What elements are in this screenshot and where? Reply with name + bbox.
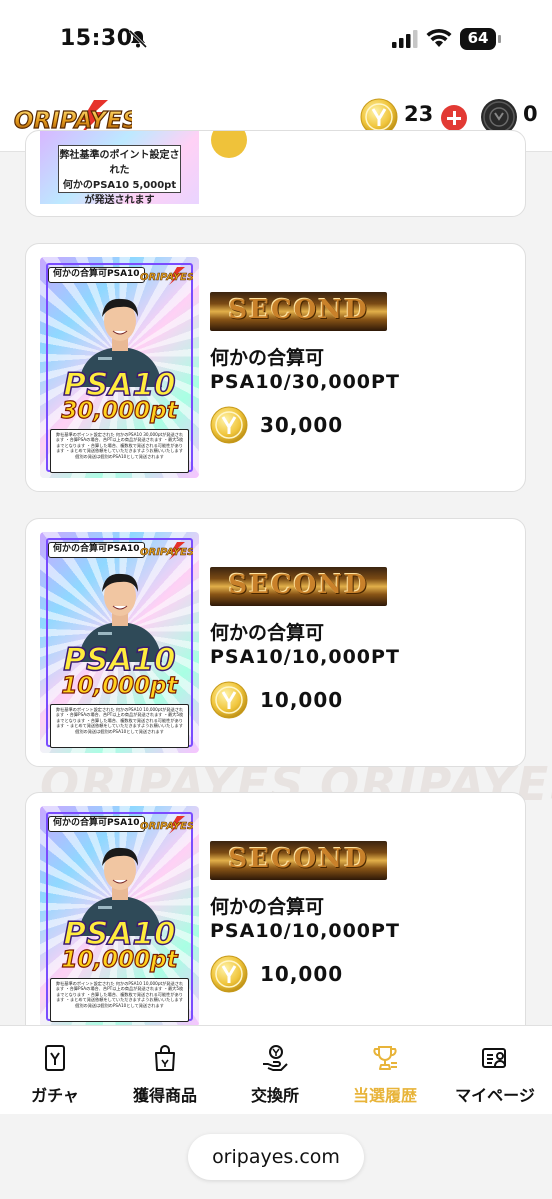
coin-balance: 23 — [404, 102, 434, 126]
nav-label: マイページ — [455, 1086, 535, 1105]
browser-bottom-bar: oripayes.com — [0, 1114, 552, 1199]
card-pt-text: 10,000pt — [61, 672, 178, 699]
prize-card[interactable]: 何かの合算可PSA10 ORIPAYES PSA10 10,000pt 弊社基準… — [25, 518, 526, 767]
prize-card-image: 何かの合算可PSA10 ORIPAYES PSA10 10,000pt 弊社基準… — [40, 532, 199, 753]
prize-price: 10,000 — [260, 962, 344, 986]
nav-item-acquired[interactable]: 獲得商品 — [110, 1026, 220, 1115]
note-line: 何かのPSA10 5,000pt — [62, 180, 177, 191]
address-bar[interactable]: oripayes.com — [188, 1134, 364, 1180]
gold-coin-icon — [210, 681, 248, 719]
shopping-bag-icon — [155, 1045, 175, 1071]
cellular-signal-icon — [392, 30, 418, 48]
card-tag: 何かの合算可PSA10 — [48, 267, 145, 283]
svg-text:ORIPAYES: ORIPAYES — [140, 547, 193, 558]
address-url: oripayes.com — [212, 1146, 340, 1168]
card-notes: 弊社基準のポイント設定された 何かのPSA10 10,000ptが発送されます … — [50, 704, 189, 748]
screen: 15:30 64 ORIPAYES 23 0 ORIPAYES ORIPAYE … — [0, 0, 552, 1199]
bottom-nav: ガチャ 獲得商品 交換所 当選履歴 マイページ — [0, 1025, 552, 1114]
note-line: 弊社基準のポイント設定された — [59, 150, 180, 176]
prize-title: 何かの合算可 — [210, 622, 325, 644]
rank-label: SECOND — [228, 295, 369, 325]
prize-subtitle: PSA10/30,000PT — [210, 371, 400, 393]
rank-label: SECOND — [228, 844, 369, 874]
status-time: 15:30 — [60, 26, 133, 51]
prize-card-image: 何かの合算可PSA10 ORIPAYES PSA10 30,000pt 弊社基準… — [40, 257, 199, 478]
trophy-icon — [373, 1046, 397, 1070]
prize-title: 何かの合算可 — [210, 347, 325, 369]
prize-card-notes: 弊社基準のポイント設定された 何かのPSA10 5,000pt が発送されます — [58, 145, 181, 204]
svg-text:ORIPAYES: ORIPAYES — [140, 272, 193, 283]
wifi-icon — [426, 28, 452, 47]
battery-percent: 64 — [467, 29, 489, 47]
oripayes-mini-logo: ORIPAYES — [140, 542, 193, 560]
card-tag: 何かの合算可PSA10 — [48, 816, 145, 832]
card-tag: 何かの合算可PSA10 — [48, 542, 145, 558]
prize-title: 何かの合算可 — [210, 896, 325, 918]
bell-muted-icon — [128, 29, 148, 49]
card-pt-text: 10,000pt — [61, 946, 178, 973]
nav-item-mypage[interactable]: マイページ — [440, 1026, 550, 1115]
battery-indicator: 64 — [460, 28, 502, 50]
prize-subtitle: PSA10/10,000PT — [210, 920, 400, 942]
rank-badge: SECOND — [210, 292, 387, 331]
svg-text:ORIPAYES: ORIPAYES — [140, 821, 193, 832]
oripayes-mini-logo: ORIPAYES — [140, 267, 193, 285]
prize-price: 30,000 — [260, 413, 344, 437]
nav-label: 当選履歴 — [352, 1086, 417, 1105]
gacha-card-icon — [45, 1045, 65, 1071]
prize-subtitle: PSA10/10,000PT — [210, 646, 400, 668]
rank-badge: SECOND — [210, 841, 387, 880]
card-notes: 弊社基準のポイント設定された 何かのPSA10 30,000ptが発送されます … — [50, 429, 189, 473]
profile-card-icon — [482, 1048, 506, 1068]
prize-card-image: 弊社基準のポイント設定された 何かのPSA10 5,000pt が発送されます — [40, 131, 199, 204]
nav-item-gacha[interactable]: ガチャ — [0, 1026, 110, 1115]
gold-coin-icon — [210, 406, 248, 444]
nav-item-exchange[interactable]: 交換所 — [220, 1026, 330, 1115]
rank-badge: SECOND — [210, 567, 387, 606]
nav-label: 獲得商品 — [132, 1086, 197, 1105]
add-coins-button[interactable] — [441, 105, 467, 131]
oripayes-mini-logo: ORIPAYES — [140, 816, 193, 834]
gold-coin-icon — [210, 955, 248, 993]
dark-coin-balance: 0 — [523, 102, 538, 126]
prize-card[interactable]: 何かの合算可PSA10 ORIPAYES PSA10 30,000pt 弊社基準… — [25, 243, 526, 492]
gold-coin-icon — [211, 131, 247, 158]
rank-label: SECOND — [228, 570, 369, 600]
nav-label: ガチャ — [31, 1086, 79, 1105]
prize-card[interactable]: 何かの合算可PSA10 ORIPAYES PSA10 10,000pt 弊社基準… — [25, 792, 526, 1041]
prize-price: 10,000 — [260, 688, 344, 712]
prize-card-partial[interactable]: 弊社基準のポイント設定された 何かのPSA10 5,000pt が発送されます — [25, 130, 526, 217]
exchange-hand-coin-icon — [263, 1045, 288, 1071]
status-bar: 15:30 64 — [0, 0, 552, 84]
card-notes: 弊社基準のポイント設定された 何かのPSA10 10,000ptが発送されます … — [50, 978, 189, 1022]
note-line: が発送されます — [84, 195, 155, 204]
prize-card-image: 何かの合算可PSA10 ORIPAYES PSA10 10,000pt 弊社基準… — [40, 806, 199, 1027]
nav-item-winning-history[interactable]: 当選履歴 — [330, 1026, 440, 1115]
card-pt-text: 30,000pt — [61, 397, 178, 424]
nav-label: 交換所 — [250, 1086, 299, 1105]
